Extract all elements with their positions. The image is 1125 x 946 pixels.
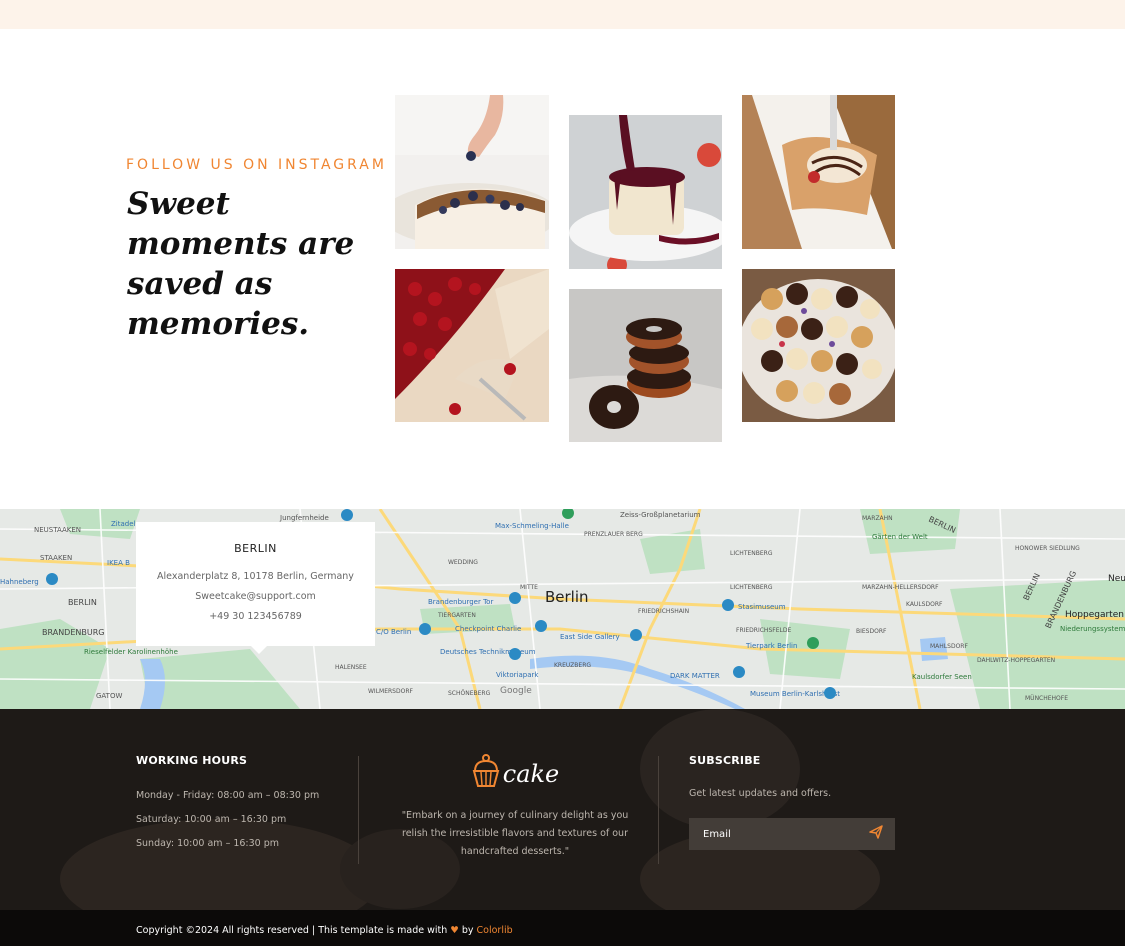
map-label: BIESDORF bbox=[856, 628, 887, 635]
footer-logo-text: cake bbox=[502, 760, 560, 788]
map-label: LICHTENBERG bbox=[730, 584, 773, 591]
map-label: BERLIN bbox=[68, 598, 97, 607]
map-label: IKEA B bbox=[107, 559, 130, 567]
footer-quote: "Embark on a journey of culinary delight… bbox=[401, 810, 629, 857]
map-card-email: Sweetcake@support.com bbox=[195, 591, 316, 602]
map-label: WEDDING bbox=[448, 559, 478, 566]
map-label: Stasimuseum bbox=[738, 603, 786, 611]
map-pin-icon bbox=[509, 592, 521, 604]
map-pin-icon bbox=[807, 637, 819, 649]
map-label: Berlin bbox=[545, 588, 589, 606]
copyright-bar: Copyright ©2024 All rights reserved | Th… bbox=[0, 910, 1125, 946]
map-label: MARZAHN bbox=[862, 515, 893, 522]
hours-weekdays: Monday - Friday: 08:00 am – 08:30 pm bbox=[136, 790, 320, 801]
map-pin-icon bbox=[824, 687, 836, 699]
map-label: DAHLWITZ-HOPPEGARTEN bbox=[977, 657, 1055, 664]
subscribe-column: SUBSCRIBE Get latest updates and offers. bbox=[689, 754, 895, 799]
map-label: WILMERSDORF bbox=[368, 688, 414, 695]
map-label: Jungfernheide bbox=[279, 514, 329, 522]
map-pin-icon bbox=[535, 620, 547, 632]
footer: WORKING HOURS Monday - Friday: 08:00 am … bbox=[0, 709, 1125, 910]
working-hours-heading: WORKING HOURS bbox=[136, 754, 248, 767]
map-label: FRIEDRICHSHAIN bbox=[638, 608, 689, 615]
cupcake-icon bbox=[472, 754, 500, 787]
map-label: HALENSEE bbox=[335, 664, 367, 671]
map-pin-icon bbox=[630, 629, 642, 641]
copyright-text: Copyright ©2024 All rights reserved | Th… bbox=[136, 925, 513, 936]
map-pin-icon bbox=[509, 648, 521, 660]
map-label: SCHÖNEBERG bbox=[448, 690, 491, 697]
map-pin-icon bbox=[341, 509, 353, 521]
map-label: Viktoriapark bbox=[496, 671, 539, 679]
map-label: PRENZLAUER BERG bbox=[584, 531, 643, 538]
instagram-kicker: FOLLOW US ON INSTAGRAM bbox=[126, 157, 387, 173]
map-card-city: BERLIN bbox=[234, 542, 277, 555]
hours-saturday: Saturday: 10:00 am – 16:30 pm bbox=[136, 814, 287, 825]
map-label: LICHTENBERG bbox=[730, 550, 773, 557]
map-label: Deutsches Technikmuseum bbox=[440, 648, 536, 656]
send-icon[interactable] bbox=[869, 824, 883, 844]
map-label: STAAKEN bbox=[40, 554, 72, 562]
map-info-card: BERLIN Alexanderplatz 8, 10178 Berlin, G… bbox=[136, 522, 375, 654]
working-hours-column: WORKING HOURS Monday - Friday: 08:00 am … bbox=[136, 754, 346, 849]
map-label: Zitadel bbox=[111, 520, 136, 528]
map-card-address: Alexanderplatz 8, 10178 Berlin, Germany bbox=[157, 571, 354, 582]
instagram-photo-ice-cream[interactable] bbox=[742, 95, 895, 249]
footer-divider bbox=[658, 756, 659, 864]
instagram-photo-cherry-pie[interactable] bbox=[395, 269, 549, 422]
instagram-photo-cupcakes[interactable] bbox=[742, 269, 895, 422]
map-label: MARZAHN-HELLERSDORF bbox=[862, 584, 939, 591]
map-label: Neu bbox=[1108, 574, 1125, 584]
map-label: Niederungssystem des Neuenhagener... bbox=[1060, 625, 1125, 633]
instagram-photo-donuts[interactable] bbox=[569, 289, 722, 442]
map-label: Checkpoint Charlie bbox=[455, 625, 521, 633]
map-label: KAULSDORF bbox=[906, 601, 943, 608]
map-label: DARK MATTER bbox=[670, 672, 720, 680]
map-label: KREUZBERG bbox=[554, 662, 591, 669]
map-label: NEUSTAAKEN bbox=[34, 526, 81, 534]
heart-icon: ♥ bbox=[450, 925, 459, 936]
map-label: MITTE bbox=[520, 584, 538, 591]
map-pin-icon bbox=[733, 666, 745, 678]
map-label: Google bbox=[500, 686, 532, 696]
map-label: TIERGARTEN bbox=[437, 612, 476, 619]
map-pin-icon bbox=[722, 599, 734, 611]
map-label: East Side Gallery bbox=[560, 633, 620, 641]
brand-column: cake "Embark on a journey of culinary de… bbox=[400, 753, 630, 861]
subscribe-text: Get latest updates and offers. bbox=[689, 788, 832, 799]
instagram-photo-cheesecake[interactable] bbox=[569, 115, 722, 269]
map-label: Tierpark Berlin bbox=[745, 642, 797, 650]
map-label: Max-Schmeling-Halle bbox=[495, 522, 569, 530]
map-label: Zeiss-Großplanetarium bbox=[620, 511, 701, 519]
map-label: C/O Berlin bbox=[376, 628, 411, 636]
map-pin-icon bbox=[46, 573, 58, 585]
instagram-photo-cake[interactable] bbox=[395, 95, 549, 249]
map-label: MÜNCHEHOFE bbox=[1025, 695, 1068, 702]
map-label: HONOWER SIEDLUNG bbox=[1015, 545, 1080, 552]
map-card-pointer bbox=[251, 646, 267, 654]
map-label: FRIEDRICHSFELDE bbox=[736, 627, 791, 634]
colorlib-link[interactable]: Colorlib bbox=[477, 925, 513, 936]
map-label: BRANDENBURG bbox=[42, 628, 104, 637]
instagram-title: Sweet moments are saved as memories. bbox=[127, 186, 355, 342]
map-card-phone: +49 30 123456789 bbox=[209, 611, 302, 622]
map-pin-icon bbox=[419, 623, 431, 635]
map-label: Kaulsdorfer Seen bbox=[912, 673, 972, 681]
top-band bbox=[0, 0, 1125, 29]
footer-divider bbox=[358, 756, 359, 864]
subscribe-heading: SUBSCRIBE bbox=[689, 754, 761, 767]
footer-logo[interactable]: cake bbox=[400, 753, 630, 787]
map-label: Rieselfelder Karolinenhöhe bbox=[84, 648, 178, 656]
map-label: Brandenburger Tor bbox=[428, 598, 493, 606]
copyright-main: Copyright ©2024 All rights reserved | Th… bbox=[136, 925, 451, 936]
map-label: GATOW bbox=[96, 692, 122, 700]
copyright-by: by bbox=[458, 925, 477, 936]
email-input[interactable] bbox=[703, 828, 853, 840]
map-label: Hoppegarten bbox=[1065, 610, 1124, 620]
map-label: Gärten der Welt bbox=[872, 533, 928, 541]
map-label: MAHLSDORF bbox=[930, 643, 968, 650]
subscribe-form bbox=[689, 818, 895, 850]
hours-sunday: Sunday: 10:00 am – 16:30 pm bbox=[136, 838, 280, 849]
map-label: Hahneberg bbox=[0, 578, 39, 586]
